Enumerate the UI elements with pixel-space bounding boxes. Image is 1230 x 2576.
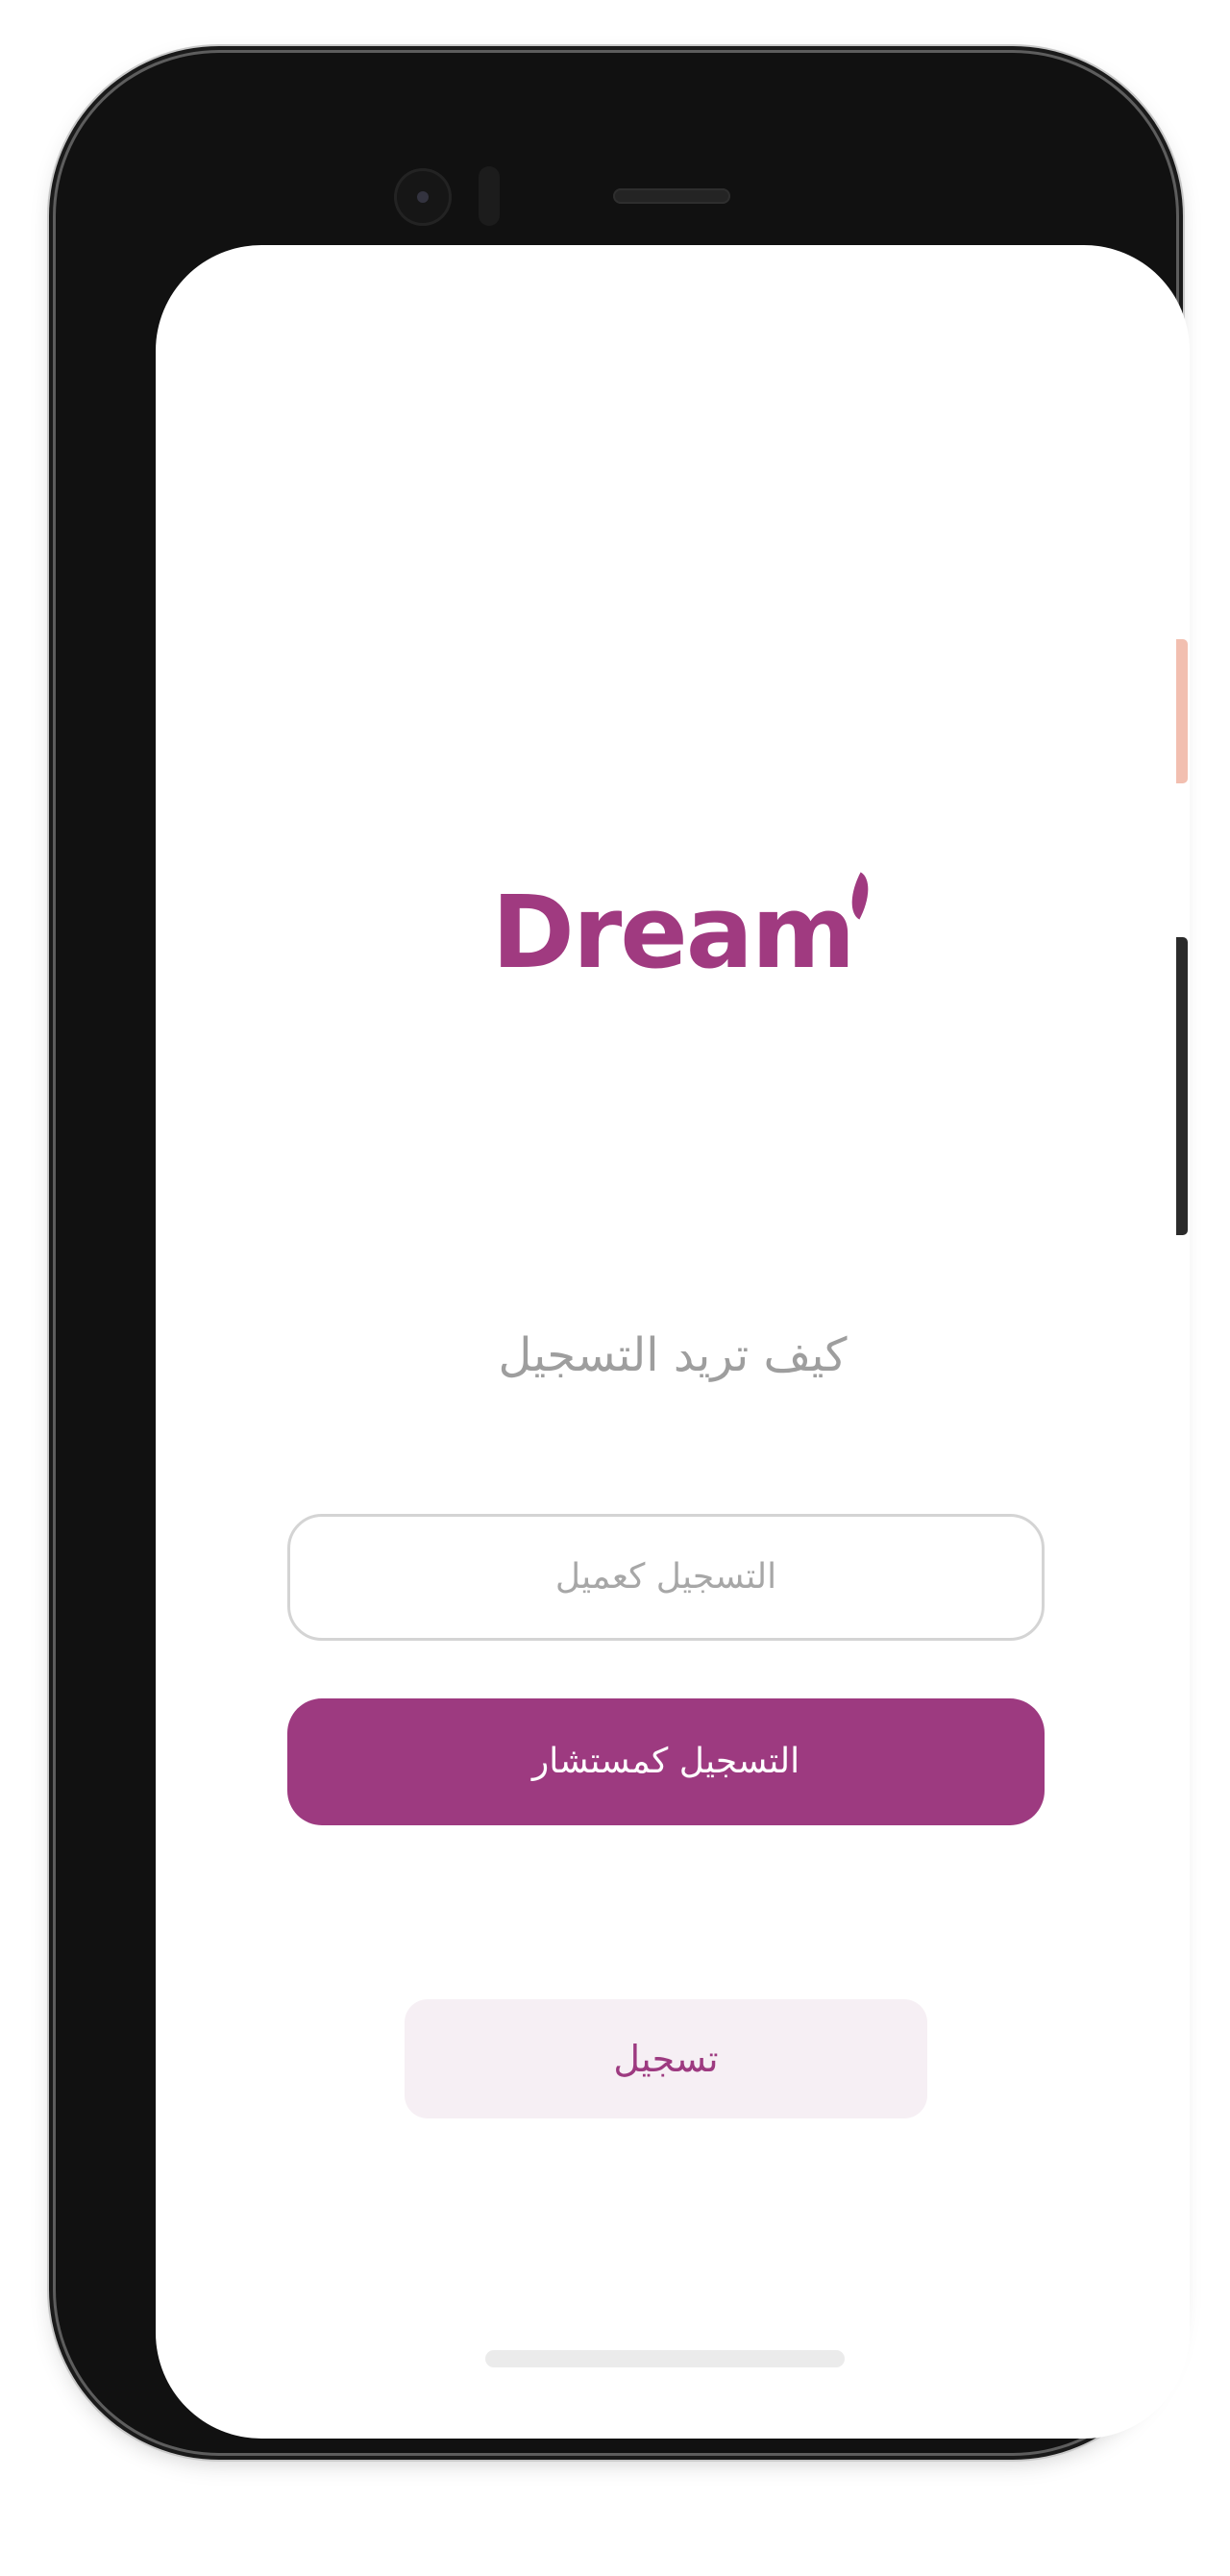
power-button	[1176, 639, 1188, 783]
register-as-consultant-button[interactable]: التسجيل كمستشار	[287, 1698, 1045, 1825]
home-indicator[interactable]	[485, 2350, 845, 2367]
register-button[interactable]: تسجيل	[405, 1999, 927, 2118]
logo-wordmark: Dream	[491, 874, 856, 991]
logo-container: Dream	[492, 872, 880, 982]
app-screen: Dream كيف تريد التسجيل التسجيل كعميل الت…	[156, 245, 1190, 2439]
brand-logo: Dream	[156, 860, 1190, 1004]
page-title: كيف تريد التسجيل	[498, 1328, 848, 1382]
proximity-sensor	[479, 166, 500, 226]
earpiece-speaker	[613, 188, 730, 204]
phone-frame: Dream كيف تريد التسجيل التسجيل كعميل الت…	[56, 53, 1190, 2453]
volume-button	[1176, 937, 1188, 1235]
front-camera-icon	[394, 168, 452, 226]
register-as-client-button[interactable]: التسجيل كعميل	[287, 1514, 1045, 1641]
